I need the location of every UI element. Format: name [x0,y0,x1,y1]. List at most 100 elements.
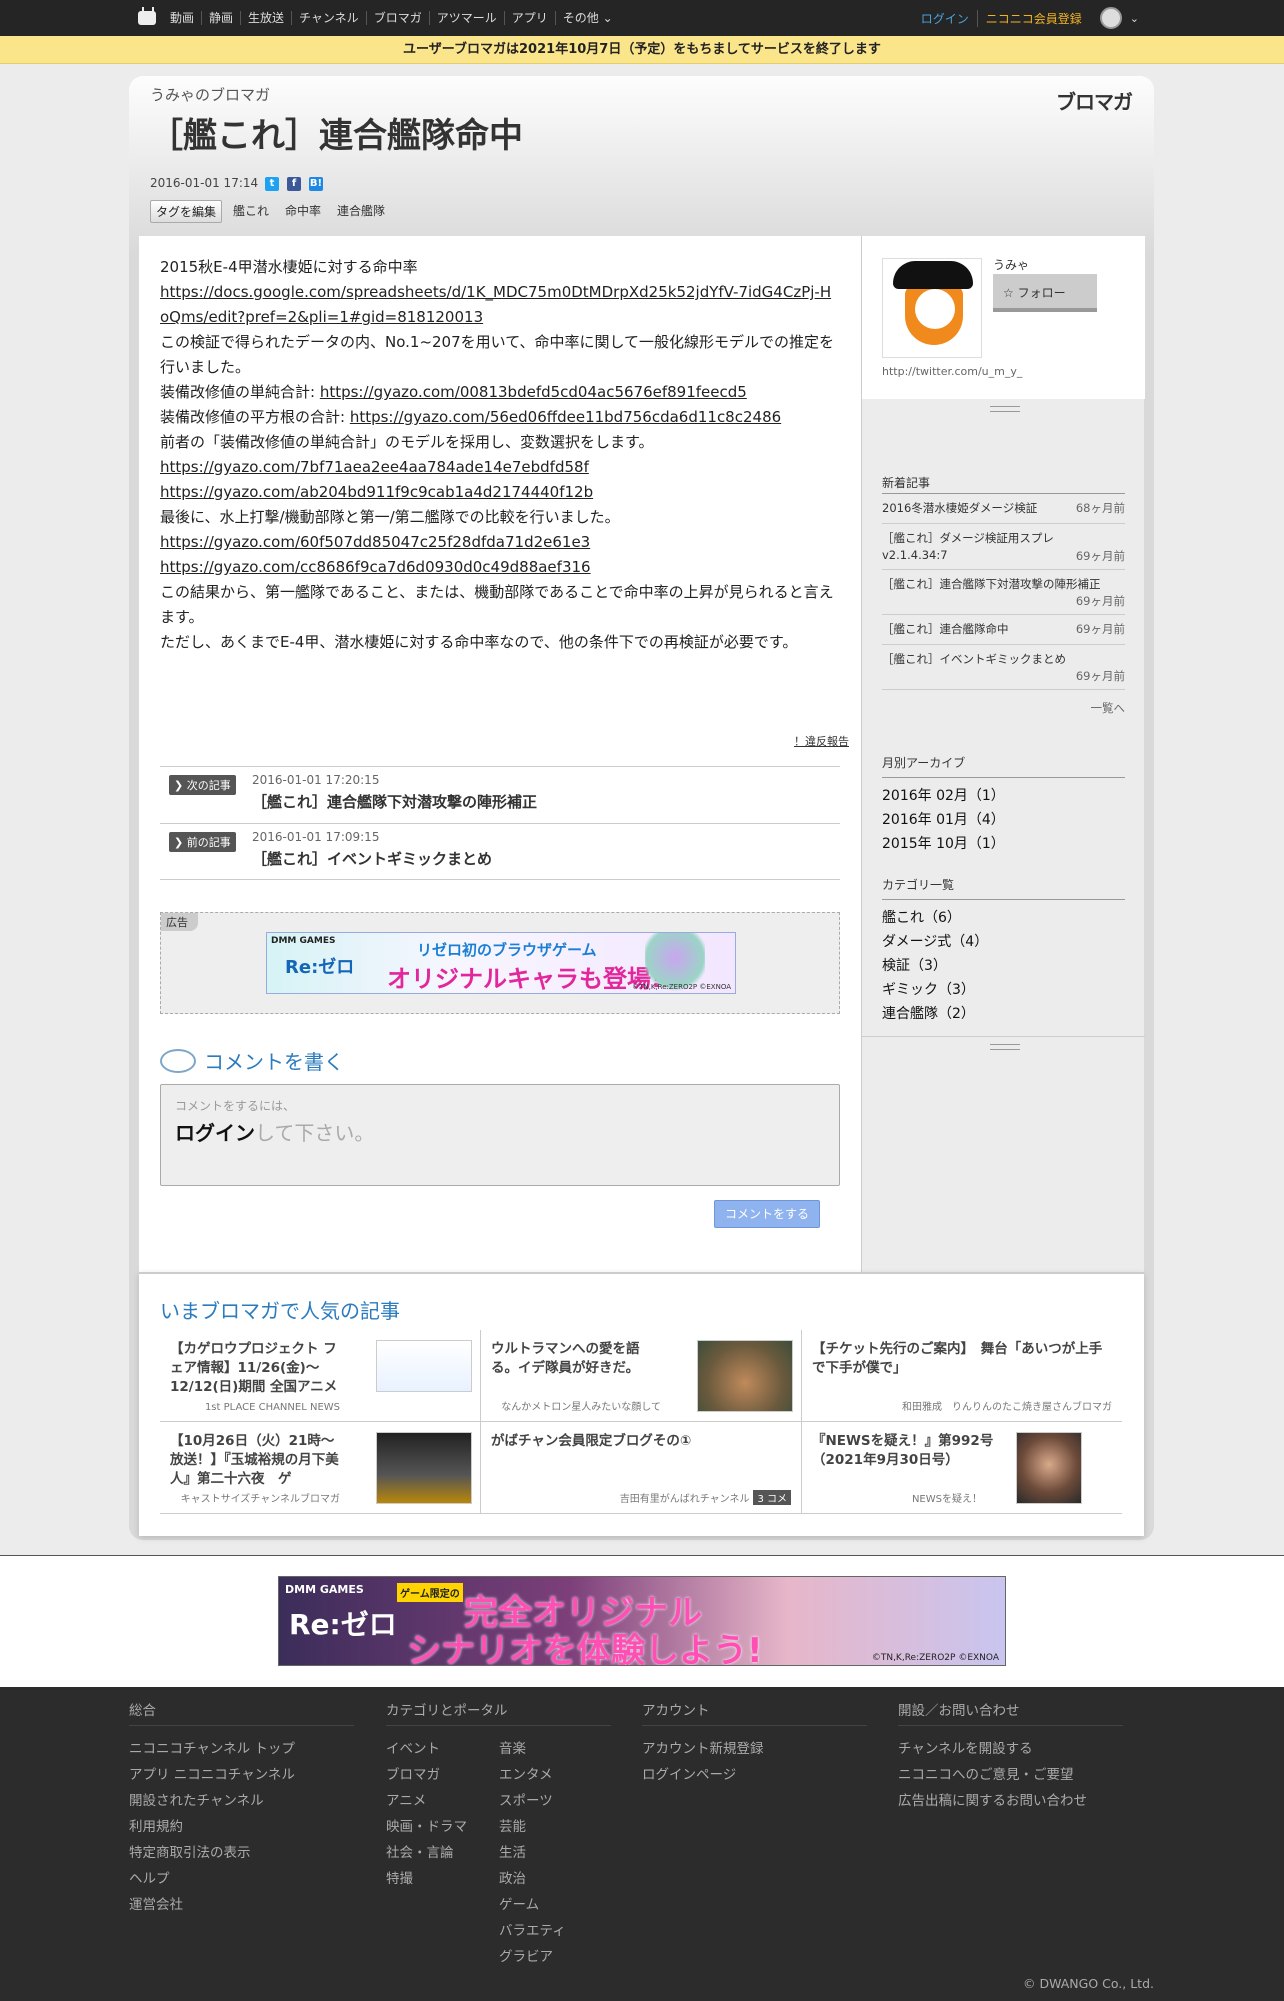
category-item[interactable]: ダメージ式（4） [882,930,1125,954]
list-item[interactable]: ［艦これ］連合艦隊命中 69ヶ月前 [882,615,1125,645]
niconico-tv-icon[interactable] [138,11,156,25]
footer-link[interactable]: グラビア [499,1944,612,1970]
rezero-footer-banner[interactable]: DMM GAMES Re:ゼロ ゲーム限定の 完全オリジナル シナリオを体験しよ… [278,1576,1006,1666]
footer-link[interactable]: 開設されたチャンネル [129,1788,354,1814]
hatena-bookmark-icon[interactable]: B! [309,177,323,191]
follow-button[interactable]: ☆ フォロー [993,274,1097,312]
recent-more-link[interactable]: 一覧へ [882,700,1126,716]
tag-item[interactable]: 艦これ [228,200,274,223]
edit-tags-button[interactable]: タグを編集 [150,200,223,223]
profile-avatar[interactable] [882,258,982,358]
article-link[interactable]: https://docs.google.com/spreadsheets/d/1… [160,283,831,326]
article-line: 装備改修値の単純合計: https://gyazo.com/00813bdefd… [160,380,840,405]
list-item[interactable]: ［艦これ］イベントギミックまとめ 69ヶ月前 [882,645,1125,690]
login-link[interactable]: ログイン [913,10,977,27]
collapse-grip-icon[interactable] [990,1044,1020,1050]
footer-link[interactable]: イベント [386,1736,499,1762]
next-article-title[interactable]: ［艦これ］連合艦隊下対潜攻撃の陣形補正 [252,791,537,812]
popular-card[interactable]: がばチャン会員限定ブログその① 吉田有里がんばれチャンネル 3 コメ [481,1422,801,1514]
list-item[interactable]: ［艦これ］ダメージ検証用スプレv2.1.4.34:7 69ヶ月前 [882,524,1125,570]
nav-blomaga[interactable]: ブロマガ [365,11,429,25]
footer-link[interactable]: 政治 [499,1866,612,1892]
tag-item[interactable]: 連合艦隊 [332,200,390,223]
nav-video[interactable]: 動画 [170,11,201,25]
nav-seiga[interactable]: 静画 [201,11,240,25]
popular-card[interactable]: 『NEWSを疑え！』第992号（2021年9月30日号） NEWSを疑え！ [802,1422,1122,1514]
footer-link[interactable]: 特定商取引法の表示 [129,1840,354,1866]
comment-textarea[interactable]: コメントをするには、 ログインして下さい。 [160,1084,840,1186]
prev-article[interactable]: ❯ 前の記事 2016-01-01 17:09:15 ［艦これ］イベントギミック… [160,823,840,880]
blog-name[interactable]: うみゃのブロマガ [150,84,270,105]
footer-link[interactable]: エンタメ [499,1762,612,1788]
category-item[interactable]: 艦これ（6） [882,906,1125,930]
category-item[interactable]: 連合艦隊（2） [882,1002,1125,1026]
comment-login-link[interactable]: ログイン [175,1121,255,1145]
avatar-face [915,289,955,329]
popular-card[interactable]: 【チケット先行のご案内】 舞台「あいつが上手で下手が僕で」 和田雅成 りんりんの… [802,1330,1122,1422]
footer-link[interactable]: 音楽 [499,1736,612,1762]
popular-card[interactable]: ウルトラマンへの愛を語る。イデ隊員が好きだ。 なんかメトロン星人みたいな顔して [481,1330,801,1422]
footer-link[interactable]: スポーツ [499,1788,612,1814]
nav-atsumaru[interactable]: アツマール [428,11,504,25]
list-item[interactable]: 2016冬潜水棲姫ダメージ検証 68ヶ月前 [882,494,1125,524]
footer-link[interactable]: 広告出稿に関するお問い合わせ [898,1788,1123,1814]
footer-link[interactable]: 社会・言論 [386,1840,499,1866]
article-link[interactable]: https://gyazo.com/ab204bd911f9c9cab1a4d2… [160,483,593,501]
footer-link[interactable]: 運営会社 [129,1892,354,1918]
category-item[interactable]: 検証（3） [882,954,1125,978]
prev-article-title[interactable]: ［艦これ］イベントギミックまとめ [252,848,492,869]
footer-link[interactable]: チャンネルを開設する [898,1736,1123,1762]
register-link[interactable]: ニコニコ会員登録 [976,9,1090,27]
footer-link[interactable]: 生活 [499,1840,612,1866]
footer-link[interactable]: アプリ ニコニコチャンネル [129,1762,354,1788]
category-item[interactable]: ギミック（3） [882,978,1125,1002]
footer-link[interactable]: ログインページ [642,1762,867,1788]
footer-link[interactable]: 映画・ドラマ [386,1814,499,1840]
footer-link[interactable]: 特撮 [386,1866,499,1892]
article-link[interactable]: https://gyazo.com/00813bdefd5cd04ac5676e… [320,383,747,401]
archive-item[interactable]: 2016年 02月（1） [882,784,1125,808]
list-item[interactable]: ［艦これ］連合艦隊下対潜攻撃の陣形補正 69ヶ月前 [882,570,1125,615]
comment-submit-button[interactable]: コメントをする [714,1200,820,1228]
article-link[interactable]: https://gyazo.com/cc8686f9ca7d6d0930d0c4… [160,558,591,576]
profile-url[interactable]: http://twitter.com/u_m_y_ [882,365,1022,378]
footer-link[interactable]: バラエティ [499,1918,612,1944]
nav-other[interactable]: その他 ⌄ [554,11,620,25]
next-article-label: ❯ 次の記事 [169,775,236,795]
popular-card-source: 和田雅成 りんりんのたこ焼き屋さんブロマガ [902,1402,1112,1413]
nav-app[interactable]: アプリ [503,11,555,25]
nav-live[interactable]: 生放送 [240,11,291,25]
ad-copyright: ©TN,K,Re:ZERO2P ©EXNOA [632,983,731,991]
popular-card[interactable]: 【10月26日（火）21時～放送！】『玉城裕規の月下美人』第二十六夜 ゲ キャス… [160,1422,480,1514]
footer-link[interactable]: 芸能 [499,1814,612,1840]
article-link[interactable]: https://gyazo.com/56ed06ffdee11bd756cda6… [350,408,781,426]
footer-link[interactable]: アカウント新規登録 [642,1736,867,1762]
archive-item[interactable]: 2015年 10月（1） [882,832,1125,856]
ad-headline: リゼロ初のブラウザゲーム [417,941,597,959]
report-link[interactable]: ！違反報告 [794,733,849,749]
footer-link[interactable]: 利用規約 [129,1814,354,1840]
article-link[interactable]: https://gyazo.com/7bf71aea2ee4aa784ade14… [160,458,589,476]
facebook-share-icon[interactable]: f [287,177,301,191]
collapse-grip-icon[interactable] [990,406,1020,412]
footer-link[interactable]: アニメ [386,1788,499,1814]
article-link[interactable]: https://gyazo.com/60f507dd85047c25f28dfd… [160,533,590,551]
rezero-ad-banner[interactable]: DMM GAMES Re:ゼロ リゼロ初のブラウザゲーム オリジナルキャラも登場… [266,932,736,994]
footer-link[interactable]: ゲーム [499,1892,612,1918]
footer-link[interactable]: ヘルプ [129,1866,354,1892]
nav-channel[interactable]: チャンネル [291,11,366,25]
recent-ago: 69ヶ月前 [1075,622,1125,636]
user-avatar-icon[interactable] [1099,7,1122,29]
twitter-share-icon[interactable]: t [265,177,279,191]
profile-name[interactable]: うみゃ [993,256,1029,273]
popular-card[interactable]: 【カゲロウプロジェクト フェア情報】11/26(金)～12/12(日)期間 全国… [160,1330,480,1422]
tag-item[interactable]: 命中率 [280,200,326,223]
chevron-down-icon[interactable]: ⌄ [1130,12,1139,25]
footer-link[interactable]: ニコニコチャンネル トップ [129,1736,354,1762]
footer-link[interactable]: ニコニコへのご意見・ご要望 [898,1762,1123,1788]
blomaga-logo[interactable]: ブロマガ [1056,86,1133,115]
next-article[interactable]: ❯ 次の記事 2016-01-01 17:20:15 ［艦これ］連合艦隊下対潜攻… [160,766,840,823]
footer-link[interactable]: ブロマガ [386,1762,499,1788]
recent-articles-title: 新着記事 [882,474,1125,494]
archive-item[interactable]: 2016年 01月（4） [882,808,1125,832]
